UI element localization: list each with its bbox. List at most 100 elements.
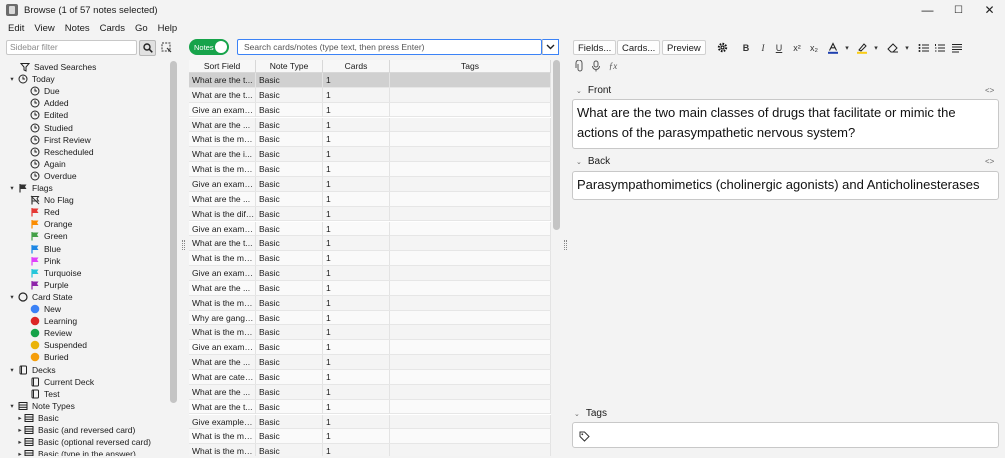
sidebar-item-again[interactable]: Again [18, 158, 66, 170]
attach-icon[interactable] [573, 58, 587, 73]
menu-notes[interactable]: Notes [60, 23, 95, 34]
tags-input[interactable] [572, 422, 999, 448]
table-scrollbar[interactable] [553, 60, 560, 230]
back-html-toggle-icon[interactable]: <> [985, 157, 994, 166]
column-sort-field[interactable]: Sort Field [189, 60, 256, 73]
expand-arrow-icon[interactable]: ▸ [16, 414, 24, 422]
fields-button[interactable]: Fields... [573, 40, 617, 55]
sidebar-item-orange[interactable]: Orange [18, 218, 72, 230]
back-field[interactable]: Parasympathomimetics (cholinergic agonis… [572, 171, 999, 200]
menu-cards[interactable]: Cards [95, 23, 130, 34]
table-row[interactable]: What is the me... Basic 1 [189, 132, 551, 148]
microphone-icon[interactable] [589, 58, 603, 73]
table-row[interactable]: What is the me... Basic 1 [189, 295, 551, 311]
sidebar-item-card-state[interactable]: ▾ Card State [8, 291, 72, 303]
sidebar-item-note-types[interactable]: ▾ Note Types [8, 400, 74, 412]
sidebar-item-edited[interactable]: Edited [18, 109, 68, 121]
table-row[interactable]: What are the ... Basic 1 [189, 355, 551, 370]
menu-view[interactable]: View [29, 23, 59, 34]
highlight-color-icon[interactable] [855, 40, 869, 55]
table-row[interactable]: What are the i... Basic 1 [189, 147, 551, 163]
sidebar-item-purple[interactable]: Purple [18, 279, 69, 291]
expand-arrow-icon[interactable]: ▾ [8, 293, 16, 301]
text-color-icon[interactable] [826, 40, 840, 55]
sidebar-item-review[interactable]: Review [18, 327, 72, 339]
search-history-dropdown[interactable] [542, 39, 559, 55]
eraser-dropdown-icon[interactable]: ▾ [900, 40, 914, 55]
editor-splitter[interactable] [564, 240, 567, 250]
close-button[interactable]: ✕ [974, 0, 1005, 20]
front-field[interactable]: What are the two main classes of drugs t… [572, 99, 999, 149]
eraser-icon[interactable] [886, 40, 900, 55]
bold-icon[interactable]: B [739, 40, 753, 55]
sidebar-item-turquoise[interactable]: Turquoise [18, 267, 81, 279]
sidebar-item-suspended[interactable]: Suspended [18, 339, 87, 351]
sidebar-splitter[interactable] [182, 240, 185, 250]
table-row[interactable]: Give an examp... Basic 1 [189, 340, 551, 356]
sidebar-select-button[interactable] [160, 41, 172, 54]
menu-help[interactable]: Help [153, 23, 183, 34]
preview-button[interactable]: Preview [662, 40, 706, 55]
expand-arrow-icon[interactable]: ▾ [8, 366, 16, 374]
table-row[interactable]: What are the ... Basic 1 [189, 191, 551, 207]
numbered-list-icon[interactable] [933, 40, 947, 55]
italic-icon[interactable]: I [756, 40, 770, 55]
sidebar-item-due[interactable]: Due [18, 85, 60, 97]
table-row[interactable]: What are catec... Basic 1 [189, 370, 551, 385]
minimize-button[interactable]: — [912, 0, 943, 20]
table-row[interactable]: What is the me... Basic 1 [189, 444, 551, 456]
column-note-type[interactable]: Note Type [256, 60, 323, 73]
align-icon[interactable] [950, 40, 964, 55]
table-row[interactable]: What are the ... Basic 1 [189, 280, 551, 296]
table-row[interactable]: What is the diff... Basic 1 [189, 206, 551, 222]
table-row[interactable]: Give an examp... Basic 1 [189, 176, 551, 192]
sidebar-item-basic-and-reversed-card[interactable]: ▸ Basic (and reversed card) [18, 424, 135, 436]
function-icon[interactable]: ƒx [606, 58, 620, 73]
notes-cards-toggle[interactable]: Notes [189, 39, 229, 55]
subscript-icon[interactable]: x₂ [807, 40, 821, 55]
table-row[interactable]: What is the me... Basic 1 [189, 325, 551, 341]
tags-label[interactable]: ⌄ Tags [574, 408, 607, 419]
sidebar-item-green[interactable]: Green [18, 230, 68, 242]
underline-icon[interactable]: U [772, 40, 786, 55]
table-row[interactable]: What is the me... Basic 1 [189, 162, 551, 177]
sidebar-item-new[interactable]: New [18, 303, 61, 315]
sidebar-search-button[interactable] [139, 40, 156, 56]
gear-icon[interactable] [715, 40, 729, 55]
table-row[interactable]: What are the t... Basic 1 [189, 399, 551, 415]
sidebar-item-flags[interactable]: ▾ Flags [8, 182, 52, 194]
expand-arrow-icon[interactable]: ▾ [8, 402, 16, 410]
sidebar-item-today[interactable]: ▾ Today [8, 73, 54, 85]
table-row[interactable]: What is the me... Basic 1 [189, 251, 551, 266]
bullet-list-icon[interactable] [917, 40, 931, 55]
cards-button[interactable]: Cards... [617, 40, 661, 55]
sidebar-item-pink[interactable]: Pink [18, 255, 61, 267]
table-row[interactable]: Give an examp... Basic 1 [189, 266, 551, 281]
table-row[interactable]: Give an examp... Basic 1 [189, 102, 551, 118]
sidebar-filter-input[interactable]: Sidebar filter [6, 40, 137, 55]
expand-arrow-icon[interactable]: ▸ [16, 450, 24, 456]
expand-arrow-icon[interactable]: ▸ [16, 426, 24, 434]
table-row[interactable]: What are the t... Basic 1 [189, 73, 551, 88]
expand-arrow-icon[interactable]: ▸ [16, 438, 24, 446]
table-row[interactable]: What are the t... Basic 1 [189, 236, 551, 252]
search-input[interactable]: Search cards/notes (type text, then pres… [237, 39, 542, 55]
sidebar-item-basic-type-in-the-answer[interactable]: ▸ Basic (type in the answer) [18, 448, 136, 456]
text-color-dropdown-icon[interactable]: ▾ [840, 40, 854, 55]
sidebar-item-basic[interactable]: ▸ Basic [16, 412, 58, 424]
menu-edit[interactable]: Edit [3, 23, 29, 34]
highlight-dropdown-icon[interactable]: ▾ [869, 40, 883, 55]
sidebar-item-basic-optional-reversed-card[interactable]: ▸ Basic (optional reversed card) [18, 436, 151, 448]
table-row[interactable]: What is the me... Basic 1 [189, 429, 551, 445]
table-row[interactable]: Why are gangli... Basic 1 [189, 310, 551, 326]
expand-arrow-icon[interactable]: ▾ [8, 75, 16, 83]
table-row[interactable]: Give examples... Basic 1 [189, 414, 551, 430]
front-field-label[interactable]: ⌄ Front [576, 85, 611, 96]
column-cards[interactable]: Cards [323, 60, 390, 73]
sidebar-item-added[interactable]: Added [18, 97, 69, 109]
sidebar-item-decks[interactable]: ▾ Decks [8, 364, 55, 376]
maximize-button[interactable]: ☐ [943, 0, 974, 20]
table-row[interactable]: What are the t... Basic 1 [189, 87, 551, 103]
sidebar-item-studied[interactable]: Studied [18, 122, 73, 134]
sidebar-item-first-review[interactable]: First Review [18, 134, 91, 146]
